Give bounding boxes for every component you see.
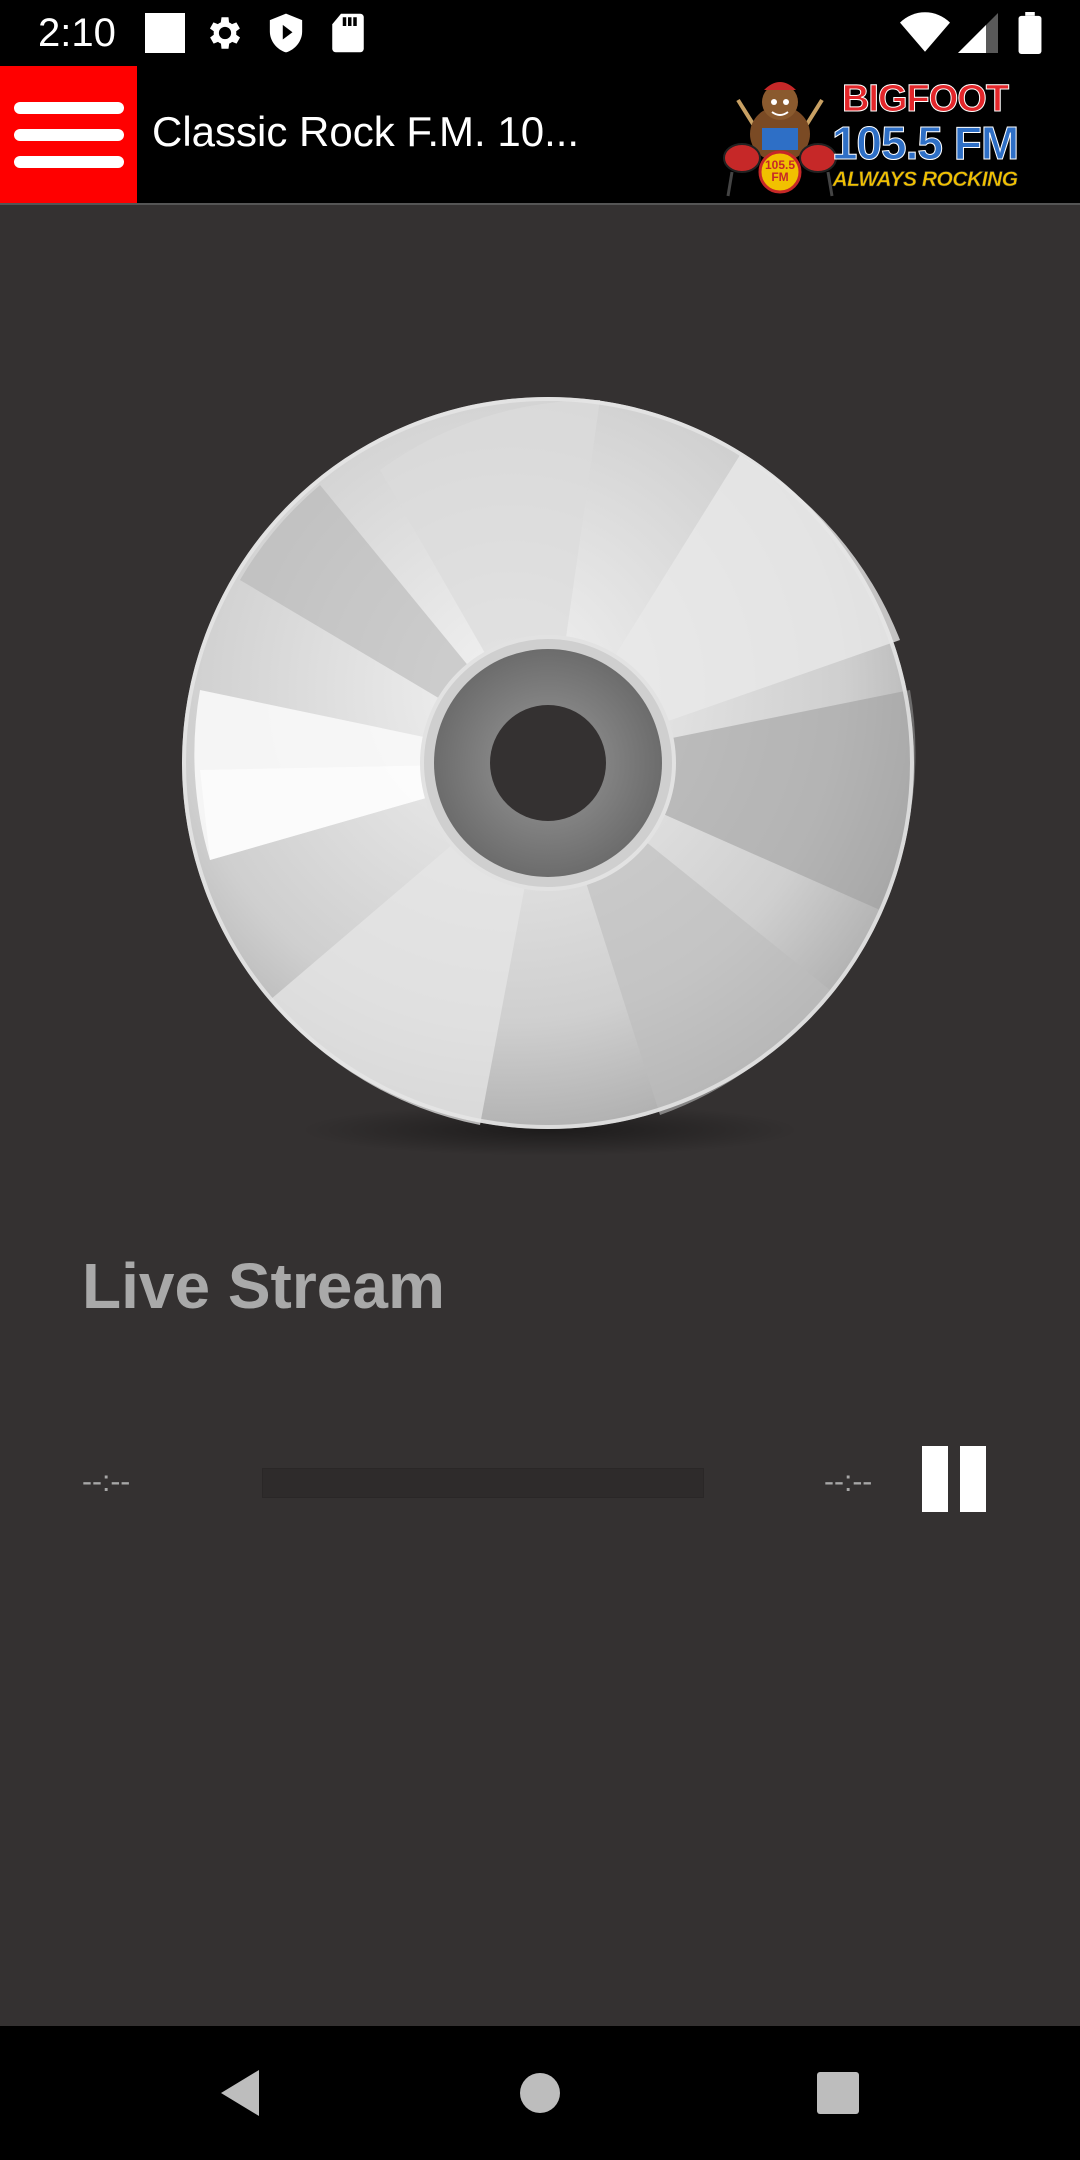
recents-button[interactable] bbox=[793, 2048, 883, 2138]
logo-text: BIGFOOT 105.5 FM ALWAYS ROCKING bbox=[830, 78, 1020, 191]
shield-icon bbox=[266, 12, 306, 59]
recents-icon bbox=[817, 2072, 859, 2114]
app-bar: Classic Rock F.M. 10... 105.5 FM BIGFOOT… bbox=[0, 66, 1080, 205]
logo-line3: ALWAYS ROCKING bbox=[832, 168, 1018, 191]
back-button[interactable] bbox=[195, 2048, 285, 2138]
system-nav-bar bbox=[0, 2026, 1080, 2160]
page-title: Classic Rock F.M. 10... bbox=[152, 108, 580, 155]
back-icon bbox=[221, 2070, 259, 2116]
wifi-icon bbox=[900, 12, 950, 59]
screen: 2:10 Classic Rock F.M. 10... 105.5 FM BI… bbox=[0, 0, 1080, 2160]
album-art bbox=[180, 390, 920, 1170]
status-icons-right bbox=[900, 12, 1050, 56]
station-logo: 105.5 FM BIGFOOT 105.5 FM ALWAYS ROCKING bbox=[720, 72, 1020, 198]
logo-line2: 105.5 FM bbox=[831, 117, 1019, 169]
menu-button[interactable] bbox=[0, 66, 137, 203]
time-elapsed: --:-- bbox=[82, 1465, 131, 1498]
logo-badge: 105.5 FM bbox=[764, 158, 796, 184]
status-bar: 2:10 bbox=[0, 0, 1080, 66]
cell-signal-icon bbox=[958, 12, 998, 59]
gear-icon bbox=[204, 12, 246, 59]
battery-icon bbox=[1018, 12, 1042, 59]
track-title: Live Stream bbox=[82, 1250, 445, 1322]
home-icon bbox=[520, 2073, 560, 2113]
status-time: 2:10 bbox=[38, 11, 116, 55]
square-notification-icon bbox=[144, 12, 186, 59]
time-total: --:-- bbox=[824, 1465, 873, 1498]
home-button[interactable] bbox=[495, 2048, 585, 2138]
cd-disc-icon bbox=[182, 397, 916, 1156]
sd-card-icon bbox=[330, 12, 366, 59]
seek-bar[interactable] bbox=[262, 1468, 704, 1498]
pause-button[interactable] bbox=[918, 1442, 990, 1514]
logo-line1: BIGFOOT bbox=[841, 78, 1009, 120]
